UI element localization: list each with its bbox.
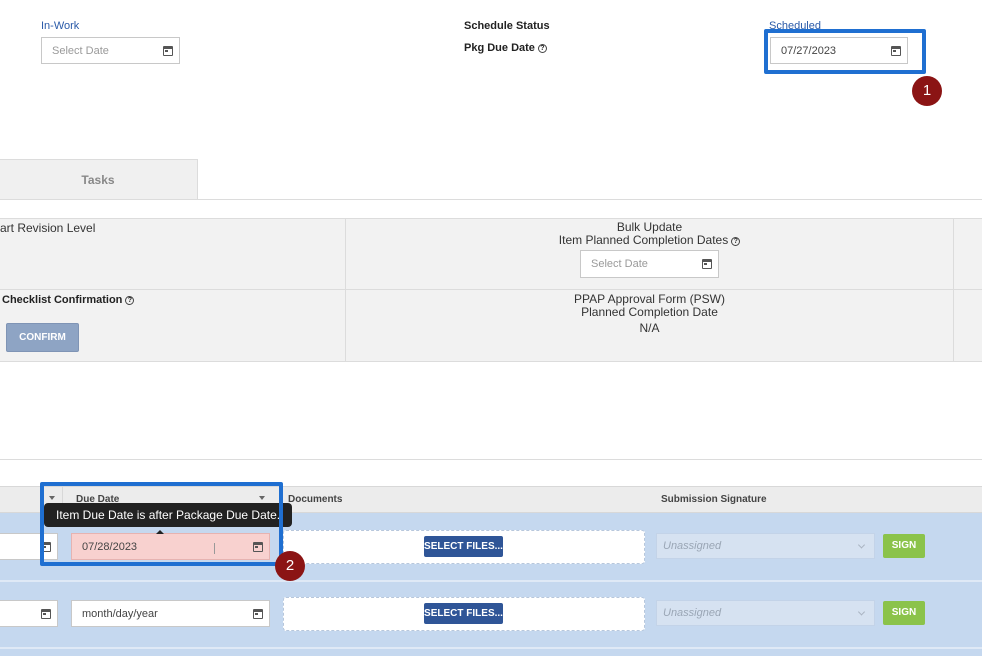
calendar-icon[interactable] (41, 608, 51, 619)
calendar-icon[interactable] (163, 45, 173, 56)
signature-select[interactable]: Unassigned (656, 600, 875, 626)
tab-divider (0, 199, 982, 200)
bulk-update-subtitle: Item Planned Completion Dates (558, 233, 729, 247)
help-circle-icon[interactable]: ? (731, 237, 741, 246)
row-due-date-input[interactable]: month/day/year (71, 600, 270, 627)
table-row (0, 649, 982, 656)
column-header-documents[interactable]: Documents (288, 494, 342, 505)
inwork-date-input[interactable]: Select Date (41, 37, 180, 64)
pkg-due-date-text: Pkg Due Date (464, 42, 535, 54)
inwork-date-placeholder: Select Date (52, 44, 109, 57)
bulk-update-date-input[interactable]: Select Date (580, 250, 719, 278)
row-start-date-input[interactable] (0, 600, 58, 627)
ppap-value: N/A (639, 321, 660, 335)
highlight-box-due-date (40, 482, 283, 566)
column-header-signature[interactable]: Submission Signature (661, 494, 767, 505)
sign-button[interactable]: SIGN (883, 601, 925, 625)
chevron-down-icon (857, 541, 866, 549)
calendar-icon[interactable] (702, 259, 712, 269)
row-due-date-value: month/day/year (82, 607, 158, 620)
section-divider (0, 459, 982, 460)
help-circle-icon[interactable]: ? (537, 44, 547, 53)
help-circle-icon[interactable]: ? (125, 296, 135, 305)
bulk-update-placeholder: Select Date (591, 258, 648, 270)
select-files-button[interactable]: SELECT FILES... (424, 603, 503, 624)
pkg-due-date-label: Pkg Due Date? (464, 42, 547, 54)
signature-select[interactable]: Unassigned (656, 533, 875, 559)
sign-button[interactable]: SIGN (883, 534, 925, 558)
ppap-subtitle: Planned Completion Date (581, 305, 718, 319)
bulk-update-subtitle-row: Item Planned Completion Dates? (346, 234, 953, 247)
highlight-box-pkg-due-date (764, 29, 926, 74)
checklist-label-text: Checklist Confirmation (2, 294, 123, 306)
signature-value: Unassigned (663, 607, 722, 619)
checklist-confirmation-label: Checklist Confirmation? (2, 294, 135, 306)
callout-badge-2: 2 (275, 551, 305, 581)
tab-tasks[interactable]: Tasks (0, 159, 198, 200)
inwork-label: In-Work (41, 20, 80, 32)
confirm-button[interactable]: CONFIRM (6, 323, 79, 352)
chevron-down-icon (857, 608, 866, 616)
schedule-status-label: Schedule Status (464, 20, 550, 32)
callout-badge-1: 1 (912, 76, 942, 106)
part-revision-label: art Revision Level (0, 221, 96, 235)
grid-divider (953, 218, 954, 362)
signature-value: Unassigned (663, 540, 722, 552)
calendar-icon[interactable] (253, 608, 263, 619)
select-files-button[interactable]: SELECT FILES... (424, 536, 503, 557)
